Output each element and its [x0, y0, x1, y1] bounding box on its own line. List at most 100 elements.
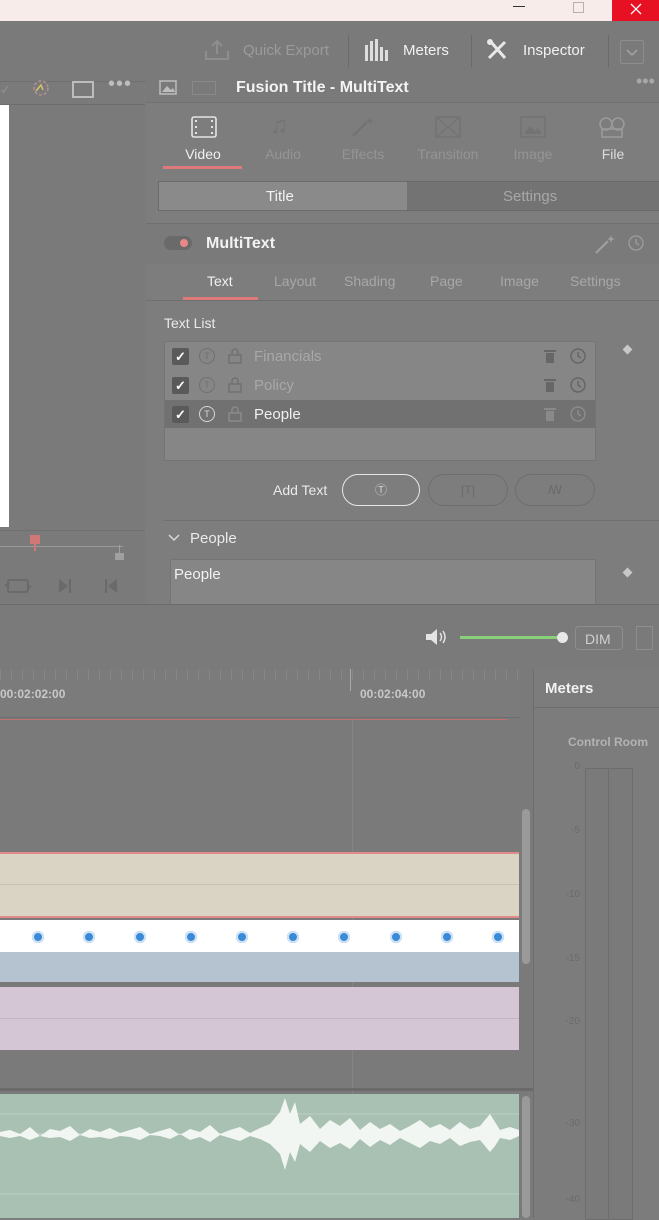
add-text-box-button[interactable]: [T]: [428, 474, 508, 506]
video-track-scrollbar[interactable]: [522, 809, 530, 964]
keyframe-dot[interactable]: [287, 931, 299, 943]
meters-icon: [365, 39, 388, 61]
effects-overlay-icon[interactable]: [29, 78, 53, 98]
list-item[interactable]: ✓ T Financials: [165, 342, 595, 370]
visibility-checkbox[interactable]: ✓: [172, 377, 189, 394]
loop-icon[interactable]: [4, 577, 32, 595]
visibility-checkbox[interactable]: ✓: [172, 348, 189, 365]
speaker-icon[interactable]: [424, 628, 448, 646]
workspace-dropdown[interactable]: [620, 40, 644, 64]
effect-clip-track[interactable]: [0, 920, 519, 952]
subtab-page[interactable]: Page: [430, 273, 463, 289]
restore-icon[interactable]: [573, 2, 584, 13]
toggle-indicator: [180, 239, 188, 247]
reset-icon[interactable]: [626, 233, 646, 253]
keyframe-dot[interactable]: [32, 931, 44, 943]
close-button[interactable]: [612, 0, 659, 21]
volume-slider[interactable]: [460, 632, 568, 643]
title-clip-track[interactable]: [0, 852, 519, 918]
lock-icon[interactable]: [227, 405, 243, 423]
timeline-panel: 00:02:02:00 00:02:04:00: [0, 669, 533, 1218]
keyframe-dot[interactable]: [134, 931, 146, 943]
text-circle-icon: Ⓣ: [374, 483, 387, 497]
video-clip-track[interactable]: [0, 952, 519, 982]
trash-icon[interactable]: [543, 348, 557, 364]
video-clip-track-2[interactable]: [0, 987, 519, 1050]
volume-slider-knob[interactable]: [556, 632, 568, 643]
subtab-text[interactable]: Text: [183, 264, 258, 300]
check-icon[interactable]: ✓: [0, 82, 11, 98]
tab-settings[interactable]: Settings: [408, 182, 659, 210]
keyframe-dot[interactable]: [441, 931, 453, 943]
chevron-down-icon[interactable]: [168, 533, 180, 543]
tab-image[interactable]: Image: [493, 103, 573, 169]
text-content-field[interactable]: People: [170, 559, 596, 607]
keyframe-dot[interactable]: [338, 931, 350, 943]
keyframe-dot[interactable]: [185, 931, 197, 943]
tab-file-label: File: [601, 146, 625, 162]
keyframe-dot[interactable]: [390, 931, 402, 943]
meters-button[interactable]: Meters: [364, 38, 464, 64]
tab-effects[interactable]: Effects: [323, 103, 403, 169]
minimize-icon[interactable]: [513, 6, 525, 7]
upload-icon: [205, 39, 229, 60]
add-text-path-button[interactable]: ꟿ: [515, 474, 595, 506]
dim-button[interactable]: DIM: [575, 626, 623, 650]
keyframe-dot[interactable]: [83, 931, 95, 943]
more-options-icon[interactable]: •••: [636, 71, 655, 92]
subtab-settings[interactable]: Settings: [570, 273, 621, 289]
chevron-down-icon: [626, 49, 638, 57]
audio-clip-track[interactable]: [0, 1094, 519, 1218]
trash-icon[interactable]: [543, 377, 557, 393]
more-options-icon[interactable]: •••: [108, 73, 132, 96]
subtab-shading[interactable]: Shading: [344, 273, 395, 289]
reset-icon[interactable]: [569, 405, 587, 423]
enable-toggle[interactable]: [164, 236, 192, 250]
text-item-name: Financials: [254, 348, 322, 365]
subtab-image[interactable]: Image: [500, 273, 539, 289]
tab-file[interactable]: File: [573, 103, 653, 169]
text-style-icon[interactable]: T: [199, 348, 215, 364]
subtab-layout[interactable]: Layout: [274, 273, 316, 289]
list-item-selected[interactable]: ✓ T People: [165, 400, 595, 428]
keyframe-dot[interactable]: [236, 931, 248, 943]
range-line: [0, 719, 508, 720]
text-content-value: People: [174, 566, 221, 583]
keyframe-dot[interactable]: [492, 931, 504, 943]
trash-icon[interactable]: [543, 406, 557, 422]
inspector-title: Fusion Title - MultiText: [236, 79, 409, 96]
audio-controls-bar: DIM: [0, 604, 659, 670]
aspect-rect-icon[interactable]: [72, 81, 94, 98]
magic-wand-icon[interactable]: [593, 232, 617, 256]
lock-icon[interactable]: [227, 347, 243, 365]
tab-transition[interactable]: Transition: [408, 103, 488, 169]
audio-track-scrollbar[interactable]: [522, 1096, 530, 1218]
people-section-title[interactable]: People: [190, 530, 237, 547]
next-frame-icon[interactable]: [56, 577, 74, 595]
toolbar-divider: [348, 35, 349, 67]
timeline-ruler[interactable]: 00:02:02:00 00:02:04:00: [0, 669, 520, 718]
reset-icon[interactable]: [569, 376, 587, 394]
lock-icon[interactable]: [227, 376, 243, 394]
quick-export-label: Quick Export: [243, 42, 329, 59]
scrubber-bar[interactable]: [0, 530, 145, 561]
visibility-checkbox[interactable]: ✓: [172, 406, 189, 423]
list-item[interactable]: ✓ T Policy: [165, 371, 595, 399]
section-title: MultiText: [206, 235, 276, 252]
add-text-button[interactable]: Ⓣ: [342, 474, 420, 506]
keyframe-diamond-icon[interactable]: [622, 567, 633, 578]
tab-video-label: Video: [185, 146, 221, 162]
keyframe-diamond-icon[interactable]: [622, 344, 633, 355]
split-view-icon[interactable]: [192, 81, 216, 95]
meter-scale-label: -15: [565, 953, 580, 964]
first-frame-icon[interactable]: [102, 577, 120, 595]
text-style-icon[interactable]: T: [199, 406, 215, 422]
tab-title[interactable]: Title: [159, 182, 407, 210]
scrubber-line: [0, 546, 123, 547]
inspector-button[interactable]: Inspector: [486, 38, 596, 64]
text-style-icon[interactable]: T: [199, 377, 215, 393]
reset-icon[interactable]: [569, 347, 587, 365]
tab-audio[interactable]: ♫ Audio: [243, 103, 323, 169]
quick-export-button[interactable]: Quick Export: [203, 38, 338, 64]
out-point-marker[interactable]: [115, 553, 124, 560]
